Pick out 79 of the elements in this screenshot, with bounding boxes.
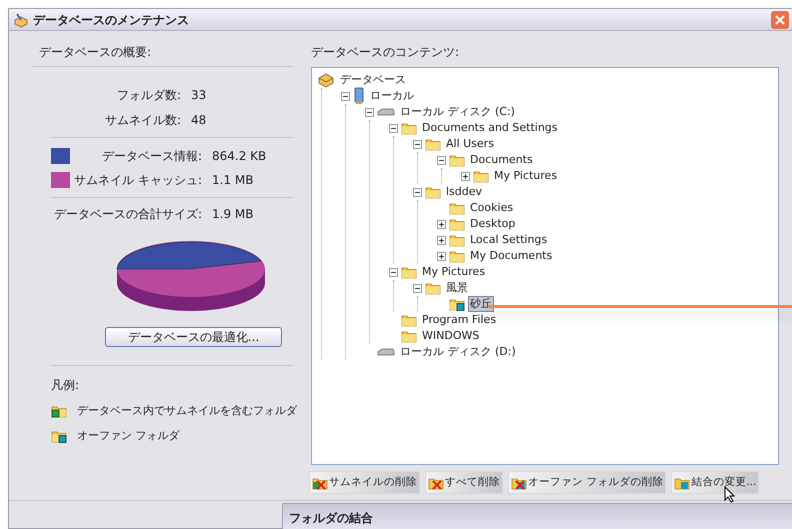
- folder-icon: [449, 233, 465, 247]
- orphan-folder-icon: [449, 297, 465, 311]
- window-title: データベースのメンテナンス: [33, 12, 189, 28]
- collapse-toggle[interactable]: [365, 108, 374, 116]
- folder-icon: [449, 217, 465, 231]
- close-icon: [775, 14, 785, 24]
- collapse-toggle[interactable]: [437, 156, 446, 164]
- tree-item[interactable]: Documents: [468, 152, 535, 168]
- legend-label: オーファン フォルダ: [77, 428, 180, 444]
- drive-icon: [377, 347, 395, 357]
- folder-icon: [473, 169, 489, 183]
- delete-folder-icon: [511, 476, 527, 490]
- drive-icon: [377, 107, 395, 117]
- stat-label: データベース情報:: [100, 148, 202, 165]
- folder-icon: [449, 153, 465, 167]
- folder-icon: [401, 121, 417, 135]
- collapse-toggle[interactable]: [389, 124, 398, 132]
- legend-label: データベース内でサムネイルを含むフォルダ: [77, 403, 297, 419]
- wrench-database-icon: [13, 12, 29, 28]
- tree-item[interactable]: Local Settings: [468, 232, 550, 248]
- folder-icon: [425, 137, 441, 151]
- collapse-toggle[interactable]: [341, 92, 350, 100]
- stat-label: データベースの合計サイズ:: [52, 206, 202, 223]
- collapse-toggle[interactable]: [389, 268, 398, 276]
- tree-item[interactable]: My Documents: [468, 248, 554, 264]
- delete-folder-icon: [312, 476, 328, 490]
- optimize-button[interactable]: データベースの最適化...: [105, 327, 282, 347]
- tree-item[interactable]: Desktop: [468, 216, 518, 232]
- folder-icon: [401, 313, 417, 327]
- folder-icon: [674, 476, 690, 490]
- tree-item[interactable]: 風景: [444, 280, 470, 296]
- collapse-toggle[interactable]: [413, 188, 422, 196]
- delete-folder-icon: [428, 476, 444, 490]
- folder-icon: [449, 249, 465, 263]
- tree-item[interactable]: All Users: [444, 136, 496, 152]
- toolbar-button[interactable]: サムネイルの削除: [309, 471, 420, 494]
- thumbnail-folder-icon: [51, 404, 67, 418]
- tree-item[interactable]: Program Files: [420, 312, 498, 328]
- tree-item[interactable]: My Pictures: [492, 168, 560, 184]
- computer-icon: [353, 87, 365, 105]
- tree-item[interactable]: Cookies: [468, 200, 516, 216]
- tree-item[interactable]: ローカル ディスク (D:): [398, 344, 518, 360]
- expand-toggle[interactable]: [437, 220, 446, 228]
- expand-toggle[interactable]: [461, 172, 470, 180]
- stat-label: サムネイル数:: [104, 112, 181, 129]
- stat-label: フォルダ数:: [116, 87, 181, 104]
- expand-toggle[interactable]: [437, 252, 446, 260]
- tree-item[interactable]: ローカル: [368, 88, 416, 104]
- legend-heading: 凡例:: [51, 377, 80, 394]
- tree-item[interactable]: lsddev: [444, 184, 484, 200]
- database-icon: [317, 72, 335, 88]
- tree-item[interactable]: My Pictures: [420, 264, 488, 280]
- stat-value: 48: [191, 112, 208, 129]
- stat-value: 33: [191, 87, 208, 104]
- section-heading: データベースのコンテンツ:: [311, 44, 460, 61]
- stat-value: 864.2 KB: [212, 148, 266, 165]
- stat-value: 1.9 MB: [212, 206, 254, 223]
- tree-item[interactable]: WINDOWS: [420, 328, 482, 344]
- tree-item[interactable]: ローカル ディスク (C:): [398, 104, 517, 120]
- folder-icon: [401, 329, 417, 343]
- collapse-toggle[interactable]: [413, 140, 422, 148]
- mouse-cursor-icon: [724, 486, 735, 503]
- stat-value: 1.1 MB: [212, 172, 254, 189]
- close-button[interactable]: [771, 10, 789, 28]
- toolbar-button[interactable]: 結合の変更...: [671, 471, 760, 494]
- tree-item[interactable]: Documents and Settings: [420, 120, 560, 136]
- subwindow-title: フォルダの結合: [289, 510, 373, 527]
- collapse-toggle[interactable]: [413, 284, 422, 292]
- orphan-folder-icon: [51, 428, 67, 443]
- section-heading: データベースの概要:: [38, 44, 152, 61]
- toolbar-button[interactable]: すべて削除: [425, 471, 503, 494]
- folder-icon: [401, 265, 417, 279]
- folder-icon: [425, 281, 441, 295]
- folder-icon: [425, 185, 441, 199]
- tree-item[interactable]: データベース: [338, 72, 408, 88]
- toolbar-button[interactable]: オーファン フォルダの削除: [508, 471, 666, 494]
- folder-icon: [449, 201, 465, 215]
- stat-label: サムネイル キャッシュ:: [73, 172, 202, 189]
- expand-toggle[interactable]: [437, 236, 446, 244]
